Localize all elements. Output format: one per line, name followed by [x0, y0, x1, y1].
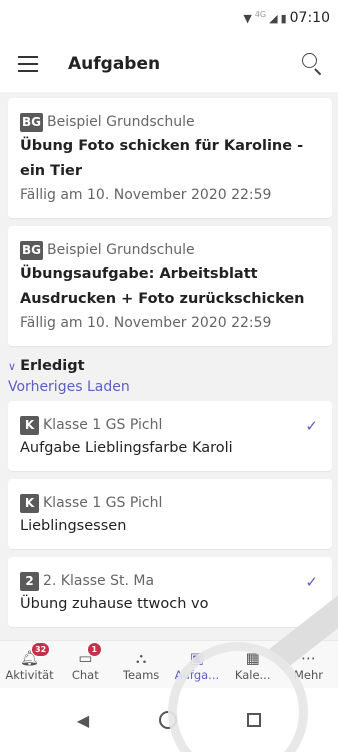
search-icon[interactable] [296, 48, 328, 80]
signal-icon: ◢ [269, 11, 278, 25]
completed-assignment-card[interactable]: K Klasse 1 GS Pichl Lieblingsessen [8, 479, 332, 549]
more-icon: ⋯ [300, 648, 316, 667]
nav-label: Mehr [293, 667, 323, 682]
class-avatar: K [20, 493, 39, 513]
recent-apps-icon[interactable] [247, 713, 262, 727]
chat-count-badge: 1 [86, 642, 102, 657]
class-avatar: BG [20, 112, 43, 132]
nav-label: Chat [71, 667, 99, 682]
teams-icon: ⛬ [135, 648, 147, 667]
assignment-title: Aufgabe Lieblingsfarbe Karoli [20, 440, 233, 456]
class-row: 2 2. Klasse St. Ma [20, 571, 320, 591]
done-section-toggle[interactable]: ∨ Erledigt [8, 358, 332, 374]
nav-teams[interactable]: ⛬ Teams [114, 641, 169, 688]
bottom-nav: 🔔︎ 32 Aktivität ▭ 1 Chat ⛬ Teams ▣ Aufga… [0, 640, 338, 688]
assignment-title: Übung zuhause ttwoch vo [20, 596, 209, 612]
assignment-title: Lieblingsessen [20, 518, 127, 534]
battery-icon: ▮ [280, 11, 287, 25]
page-title: Aufgaben [68, 54, 161, 74]
back-icon[interactable]: ◀ [77, 711, 89, 730]
class-avatar: K [20, 415, 39, 435]
nav-label: Aufga... [174, 667, 220, 682]
system-navigation-bar: ◀ [0, 688, 338, 752]
nav-label: Teams [122, 667, 160, 682]
nav-label: Kale... [234, 667, 271, 682]
assignment-title: Übung Foto schicken für Karoline - ein T… [20, 138, 304, 179]
checkmark-icon: ✓ [305, 417, 318, 435]
status-time: 07:10 [289, 10, 330, 26]
calendar-icon: ▦ [245, 648, 260, 667]
assignment-card[interactable]: BG Beispiel Grundschule Übung Foto schic… [8, 98, 332, 218]
status-bar: ▼ 4G ◢ ▮ 07:10 [0, 0, 338, 36]
completed-assignment-card[interactable]: 2 2. Klasse St. Ma Übung zuhause ttwoch … [8, 557, 332, 627]
wifi-icon: ▼ [243, 11, 252, 25]
completed-assignment-card[interactable]: K Klasse 1 GS Pichl Aufgabe Lieblingsfar… [8, 401, 332, 471]
assignment-list[interactable]: BG Beispiel Grundschule Übung Foto schic… [0, 92, 338, 640]
assignment-due-date: Fällig am 10. November 2020 22:59 [20, 315, 272, 331]
nav-label: Aktivität [5, 667, 54, 682]
assignments-icon: ▣ [189, 648, 204, 667]
nav-more[interactable]: ⋯ Mehr [281, 641, 336, 688]
done-section-label: Erledigt [20, 358, 85, 374]
load-previous-link[interactable]: Vorheriges Laden [8, 379, 130, 395]
class-avatar: 2 [20, 571, 39, 591]
nav-chat[interactable]: ▭ 1 Chat [58, 641, 113, 688]
class-name: 2. Klasse St. Ma [43, 573, 155, 589]
assignment-card[interactable]: BG Beispiel Grundschule Übungsaufgabe: A… [8, 226, 332, 346]
class-avatar: BG [20, 240, 43, 260]
class-row: BG Beispiel Grundschule [20, 240, 320, 260]
class-name: Klasse 1 GS Pichl [43, 417, 163, 433]
app-header: Aufgaben [0, 36, 338, 92]
activity-count-badge: 32 [31, 642, 51, 657]
class-name: Klasse 1 GS Pichl [43, 495, 163, 511]
class-name: Beispiel Grundschule [47, 242, 195, 258]
nav-assignments[interactable]: ▣ Aufga... [169, 641, 224, 688]
nav-calendar[interactable]: ▦ Kale... [225, 641, 280, 688]
checkmark-icon: ✓ [305, 573, 318, 591]
hamburger-menu-icon[interactable] [10, 46, 46, 82]
home-icon[interactable] [159, 711, 178, 729]
chevron-down-icon: ∨ [8, 359, 17, 373]
class-row: K Klasse 1 GS Pichl [20, 415, 320, 435]
class-row: BG Beispiel Grundschule [20, 112, 320, 132]
class-row: K Klasse 1 GS Pichl [20, 493, 320, 513]
assignment-due-date: Fällig am 10. November 2020 22:59 [20, 187, 272, 203]
network-type: 4G [254, 9, 267, 19]
class-name: Beispiel Grundschule [47, 114, 195, 130]
assignment-title: Übungsaufgabe: Arbeitsblatt Ausdrucken +… [20, 266, 305, 307]
nav-activity[interactable]: 🔔︎ 32 Aktivität [2, 641, 57, 688]
